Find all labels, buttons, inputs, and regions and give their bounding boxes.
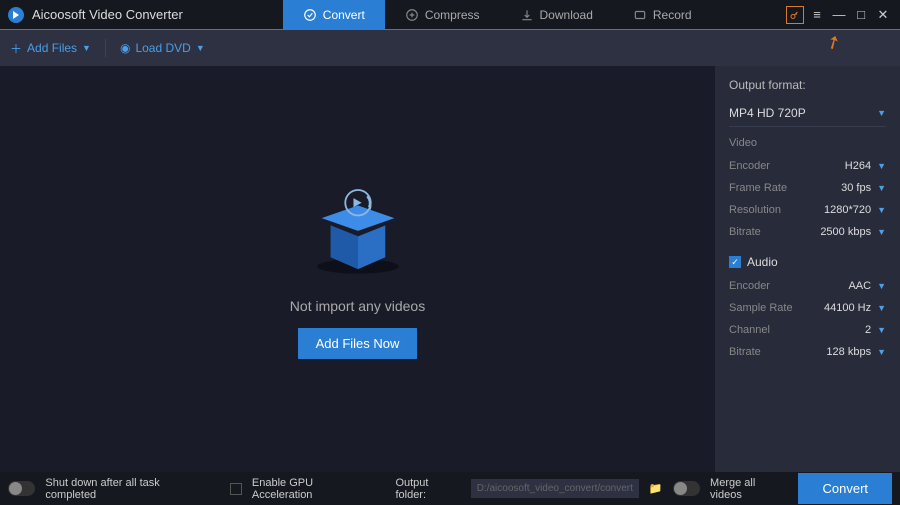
audio-bitrate-select[interactable]: 128 kbps▼ [826, 346, 886, 358]
audio-checkbox[interactable]: ✓ [729, 256, 741, 268]
gpu-label: Enable GPU Acceleration [252, 477, 374, 501]
record-icon [633, 8, 647, 22]
chevron-down-icon: ▼ [877, 183, 886, 193]
close-button[interactable]: ✕ [874, 6, 892, 24]
app-title: Aicoosoft Video Converter [32, 7, 183, 22]
audio-section-title: Audio [747, 255, 778, 269]
tab-download[interactable]: Download [500, 0, 613, 30]
audio-section-header: ✓ Audio [729, 255, 886, 269]
empty-message: Not import any videos [290, 298, 425, 314]
chevron-down-icon: ▼ [877, 108, 886, 118]
tab-record[interactable]: Record [613, 0, 712, 30]
video-encoder-label: Encoder [729, 160, 770, 172]
footer: Shut down after all task completed Enabl… [0, 472, 900, 505]
chevron-down-icon: ▼ [82, 43, 91, 53]
video-encoder-select[interactable]: H264▼ [845, 160, 886, 172]
audio-bitrate-label: Bitrate [729, 346, 761, 358]
audio-channel-select[interactable]: 2▼ [865, 324, 886, 336]
tab-download-label: Download [540, 8, 593, 22]
audio-samplerate-row: Sample Rate 44100 Hz▼ [729, 297, 886, 319]
chevron-down-icon: ▼ [877, 281, 886, 291]
merge-label: Merge all videos [710, 477, 788, 501]
chevron-down-icon: ▼ [196, 43, 205, 53]
chevron-down-icon: ▼ [877, 303, 886, 313]
audio-samplerate-select[interactable]: 44100 Hz▼ [824, 302, 886, 314]
add-files-now-button[interactable]: Add Files Now [298, 328, 418, 359]
empty-box-icon [303, 180, 413, 280]
video-resolution-label: Resolution [729, 204, 781, 216]
main-tabs: Convert Compress Download Record [283, 0, 712, 30]
settings-button[interactable] [786, 6, 804, 24]
plus-icon: ＋ [10, 40, 22, 57]
chevron-down-icon: ▼ [877, 227, 886, 237]
divider [105, 39, 106, 57]
tab-record-label: Record [653, 8, 692, 22]
video-resolution-select[interactable]: 1280*720▼ [824, 204, 886, 216]
app-logo-icon [8, 7, 24, 23]
video-resolution-row: Resolution 1280*720▼ [729, 199, 886, 221]
menu-button[interactable]: ≡ [808, 6, 826, 24]
minimize-button[interactable]: — [830, 6, 848, 24]
disc-icon: ◉ [120, 41, 130, 55]
main-area: Not import any videos Add Files Now Outp… [0, 66, 900, 472]
titlebar: Aicoosoft Video Converter Convert Compre… [0, 0, 900, 30]
toolbar: ＋ Add Files ▼ ◉ Load DVD ▼ [0, 30, 900, 66]
video-bitrate-row: Bitrate 2500 kbps▼ [729, 221, 886, 243]
tab-convert[interactable]: Convert [283, 0, 385, 30]
shutdown-toggle[interactable] [8, 481, 35, 496]
format-value: MP4 HD 720P [729, 106, 806, 120]
video-bitrate-select[interactable]: 2500 kbps▼ [820, 226, 886, 238]
video-encoder-row: Encoder H264▼ [729, 155, 886, 177]
empty-state: Not import any videos Add Files Now [0, 66, 715, 472]
tab-compress[interactable]: Compress [385, 0, 500, 30]
video-bitrate-label: Bitrate [729, 226, 761, 238]
audio-samplerate-label: Sample Rate [729, 302, 793, 314]
load-dvd-label: Load DVD [135, 41, 190, 55]
convert-button[interactable]: Convert [798, 473, 892, 504]
add-files-label: Add Files [27, 41, 77, 55]
audio-bitrate-row: Bitrate 128 kbps▼ [729, 341, 886, 363]
tab-convert-label: Convert [323, 8, 365, 22]
output-folder-label: Output folder: [395, 477, 460, 501]
output-sidebar: Output format: MP4 HD 720P ▼ Video Encod… [715, 66, 900, 472]
window-controls: ≡ — □ ✕ [786, 6, 900, 24]
load-dvd-button[interactable]: ◉ Load DVD ▼ [120, 41, 205, 55]
output-format-label: Output format: [729, 78, 886, 92]
tab-compress-label: Compress [425, 8, 480, 22]
video-framerate-select[interactable]: 30 fps▼ [841, 182, 886, 194]
audio-channel-label: Channel [729, 324, 770, 336]
maximize-button[interactable]: □ [852, 6, 870, 24]
video-framerate-row: Frame Rate 30 fps▼ [729, 177, 886, 199]
convert-icon [303, 8, 317, 22]
audio-encoder-select[interactable]: AAC▼ [848, 280, 886, 292]
chevron-down-icon: ▼ [877, 205, 886, 215]
chevron-down-icon: ▼ [877, 161, 886, 171]
chevron-down-icon: ▼ [877, 347, 886, 357]
compress-icon [405, 8, 419, 22]
output-folder-input[interactable]: D:/aicoosoft_video_convert/convert [471, 479, 639, 498]
merge-toggle[interactable] [673, 481, 700, 496]
folder-browse-icon[interactable]: 📁 [649, 482, 663, 495]
audio-encoder-row: Encoder AAC▼ [729, 275, 886, 297]
format-selector[interactable]: MP4 HD 720P ▼ [729, 100, 886, 127]
chevron-down-icon: ▼ [877, 325, 886, 335]
video-section-title: Video [729, 137, 886, 149]
add-files-button[interactable]: ＋ Add Files ▼ [10, 40, 91, 57]
key-icon [789, 9, 801, 21]
shutdown-label: Shut down after all task completed [45, 477, 210, 501]
audio-channel-row: Channel 2▼ [729, 319, 886, 341]
gpu-checkbox[interactable] [230, 483, 242, 495]
download-icon [520, 8, 534, 22]
audio-encoder-label: Encoder [729, 280, 770, 292]
video-framerate-label: Frame Rate [729, 182, 787, 194]
